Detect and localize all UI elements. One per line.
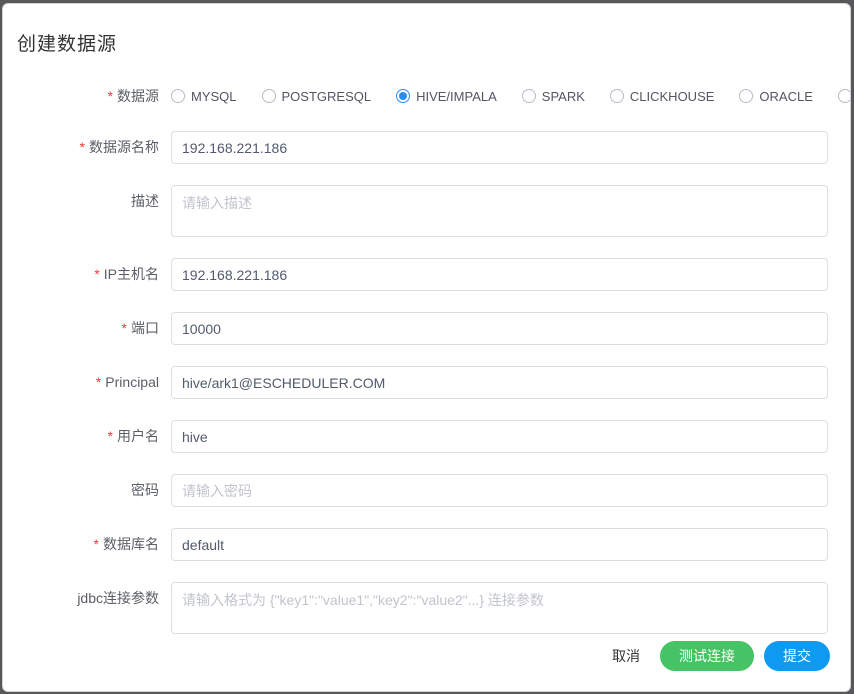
datasource-name-input[interactable] xyxy=(171,131,828,164)
radio-label: HIVE/IMPALA xyxy=(416,88,497,104)
field-label-username: * 用户名 xyxy=(107,428,159,444)
form-row-username: * 用户名 xyxy=(3,420,828,453)
radio-label: POSTGRESQL xyxy=(281,88,372,104)
field-label-principal: * Principal xyxy=(95,374,159,390)
form-row-jdbc-params: jdbc连接参数 xyxy=(3,582,828,634)
form-row-principal: * Principal xyxy=(3,366,828,399)
field-label-datasource: * 数据源 xyxy=(107,88,159,104)
ip-host-input[interactable] xyxy=(171,258,828,291)
radio-label: SPARK xyxy=(541,88,585,104)
radio-icon xyxy=(609,89,624,103)
required-marker: * xyxy=(107,88,113,104)
radio-icon xyxy=(396,89,411,103)
radio-label: ORACLE xyxy=(759,88,813,104)
field-label-description: 描述 xyxy=(131,193,159,209)
field-label-port: * 端口 xyxy=(121,320,159,336)
submit-button[interactable]: 提交 xyxy=(764,641,830,671)
radio-icon xyxy=(739,89,754,103)
test-connection-button[interactable]: 测试连接 xyxy=(660,641,754,671)
radio-option-postgresql[interactable]: POSTGRESQL xyxy=(261,88,372,104)
username-input[interactable] xyxy=(171,420,828,453)
form-row-database: * 数据库名 xyxy=(3,528,828,561)
password-input[interactable] xyxy=(171,474,828,507)
create-datasource-dialog: 创建数据源 * 数据源 MYSQL POSTGRESQL HIVE/IMPALA … xyxy=(2,3,851,692)
field-label-password: 密码 xyxy=(131,482,159,498)
radio-option-oracle[interactable]: ORACLE xyxy=(739,88,813,104)
required-marker: * xyxy=(95,374,102,390)
datasource-form: * 数据源 MYSQL POSTGRESQL HIVE/IMPALA SPARK … xyxy=(3,86,850,634)
required-marker: * xyxy=(79,139,85,155)
principal-input[interactable] xyxy=(171,366,828,399)
field-label-database: * 数据库名 xyxy=(93,536,159,552)
required-marker: * xyxy=(93,536,99,552)
form-row-password: 密码 xyxy=(3,474,828,507)
required-marker: * xyxy=(94,266,100,282)
form-row-port: * 端口 xyxy=(3,312,828,345)
description-textarea[interactable] xyxy=(171,185,828,237)
cancel-button[interactable]: 取消 xyxy=(602,646,650,666)
form-row-datasource-type: * 数据源 MYSQL POSTGRESQL HIVE/IMPALA SPARK … xyxy=(3,86,850,106)
radio-option-sqlserver[interactable]: SQLSERVER xyxy=(837,89,850,104)
datasource-radio-group: MYSQL POSTGRESQL HIVE/IMPALA SPARK CLICK… xyxy=(171,88,850,104)
radio-label: CLICKHOUSE xyxy=(629,88,715,104)
page-title: 创建数据源 xyxy=(17,34,118,55)
form-row-description: 描述 xyxy=(3,185,828,237)
port-input[interactable] xyxy=(171,312,828,345)
field-label-name: * 数据源名称 xyxy=(79,139,159,155)
radio-icon xyxy=(837,89,850,103)
radio-option-spark[interactable]: SPARK xyxy=(521,88,585,104)
field-label-jdbc-params: jdbc连接参数 xyxy=(77,590,159,606)
form-row-ip: * IP主机名 xyxy=(3,258,828,291)
radio-icon xyxy=(261,89,276,103)
database-name-input[interactable] xyxy=(171,528,828,561)
radio-label: MYSQL xyxy=(191,88,237,104)
radio-option-hive-impala[interactable]: HIVE/IMPALA xyxy=(396,89,497,104)
required-marker: * xyxy=(121,320,127,336)
field-label-ip: * IP主机名 xyxy=(94,266,159,282)
radio-option-clickhouse[interactable]: CLICKHOUSE xyxy=(609,88,715,104)
radio-icon xyxy=(171,89,185,103)
radio-icon xyxy=(521,89,536,103)
required-marker: * xyxy=(107,428,113,444)
dialog-footer: 取消 测试连接 提交 xyxy=(602,641,830,671)
jdbc-params-textarea[interactable] xyxy=(171,582,828,634)
form-row-name: * 数据源名称 xyxy=(3,131,828,164)
radio-option-mysql[interactable]: MYSQL xyxy=(171,89,237,104)
